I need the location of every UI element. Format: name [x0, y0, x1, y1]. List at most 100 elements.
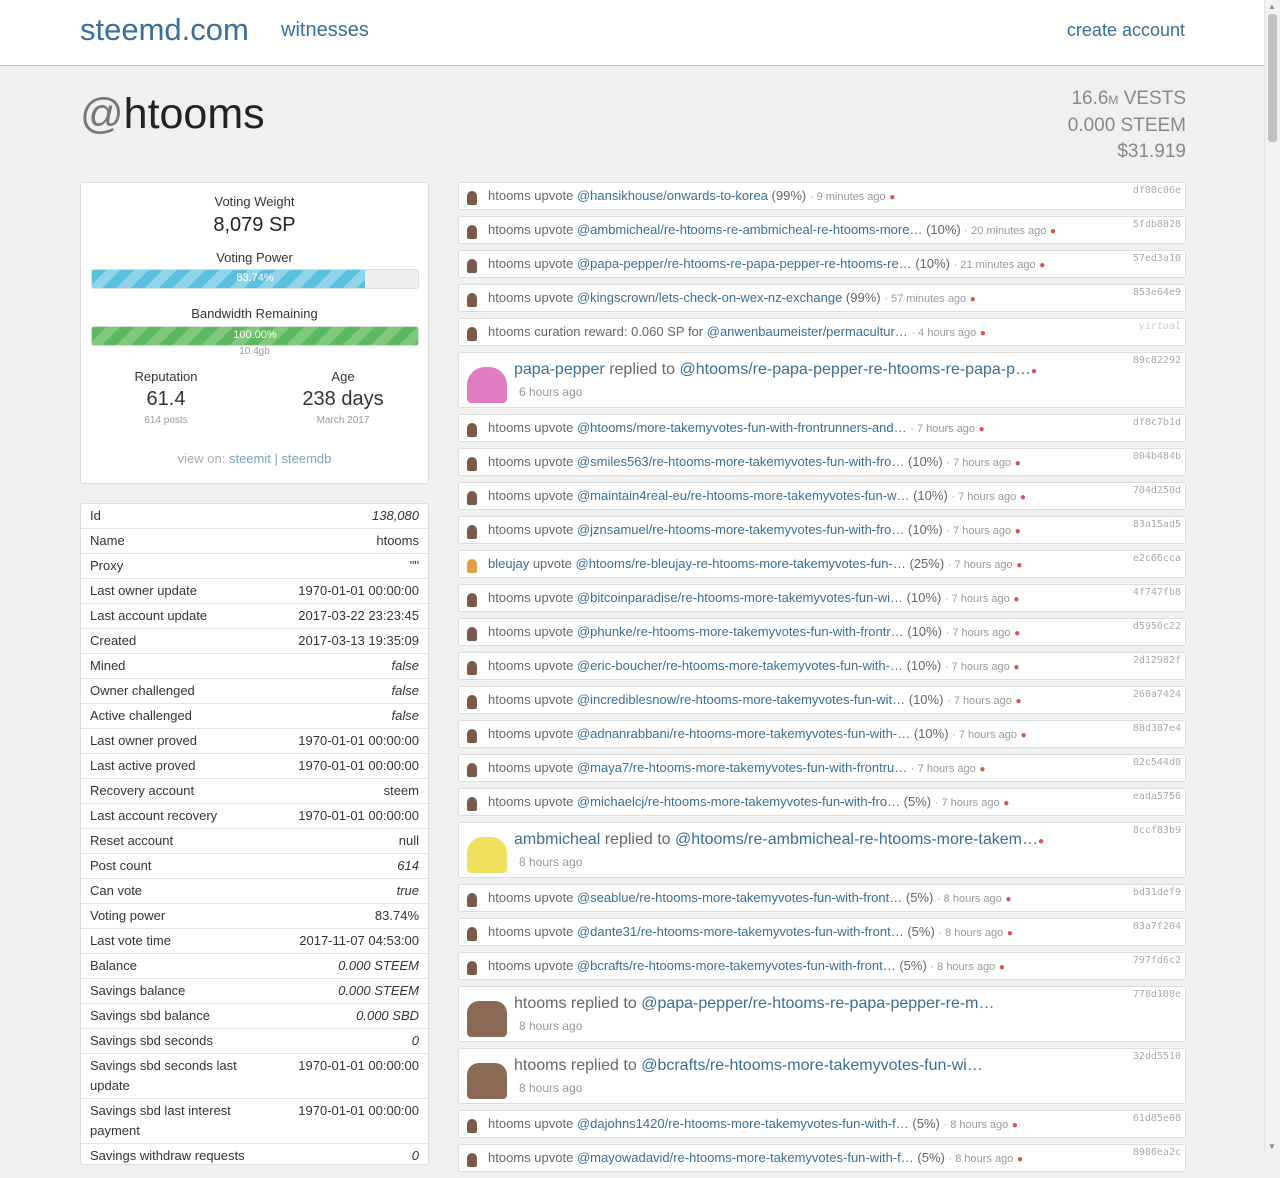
voter-name[interactable]: htooms [488, 924, 531, 939]
voter-name[interactable]: htooms [488, 794, 531, 809]
voter-name[interactable]: htooms [488, 454, 531, 469]
steemit-link[interactable]: steemit [229, 451, 271, 466]
avatar[interactable] [467, 559, 477, 573]
avatar[interactable] [467, 837, 507, 873]
post-link[interactable]: @maintain4real-eu/re-htooms-more-takemyv… [577, 488, 910, 503]
post-link[interactable]: @kingscrown/lets-check-on-wex-nz-exchang… [577, 290, 842, 305]
tx-id[interactable]: 853e64e9 [1133, 287, 1181, 298]
tx-id[interactable]: 8ccf83b9 [1133, 825, 1181, 836]
tx-id[interactable]: 32dd5510 [1133, 1051, 1181, 1062]
post-link[interactable]: @papa-pepper/re-htooms-re-papa-pepper-re… [641, 995, 994, 1012]
tx-id[interactable]: 778d108e [1133, 989, 1181, 1000]
post-link[interactable]: @adnanrabbani/re-htooms-more-takemyvotes… [577, 726, 910, 741]
tx-id[interactable]: d5950c22 [1133, 621, 1181, 632]
voter-name[interactable]: htooms [488, 222, 531, 237]
avatar[interactable] [467, 729, 477, 743]
tx-id[interactable]: df8c7b1d [1133, 417, 1181, 428]
avatar[interactable] [467, 225, 477, 239]
post-link[interactable]: @htooms/re-ambmicheal-re-htooms-more-tak… [675, 831, 1038, 848]
avatar[interactable] [467, 191, 477, 205]
avatar[interactable] [467, 661, 477, 675]
author-link[interactable]: htooms [514, 995, 566, 1012]
post-link[interactable]: @dante31/re-htooms-more-takemyvotes-fun-… [577, 924, 904, 939]
tx-id[interactable]: virtual [1139, 321, 1181, 332]
author-link[interactable]: ambmicheal [514, 831, 600, 848]
avatar[interactable] [467, 1119, 477, 1133]
post-link[interactable]: @dajohns1420/re-htooms-more-takemyvotes-… [577, 1116, 909, 1131]
voter-name[interactable]: htooms [488, 890, 531, 905]
voter-name[interactable]: htooms [488, 692, 531, 707]
author-link[interactable]: htooms [514, 1057, 566, 1074]
tx-id[interactable]: 5fdb8828 [1133, 219, 1181, 230]
avatar[interactable] [467, 695, 477, 709]
post-link[interactable]: @hansikhouse/onwards-to-korea [577, 188, 768, 203]
post-link[interactable]: @bitcoinparadise/re-htooms-more-takemyvo… [577, 590, 903, 605]
avatar[interactable] [467, 423, 477, 437]
scrollbar[interactable]: ▲ ▼ [1264, 0, 1280, 1153]
post-link[interactable]: @jznsamuel/re-htooms-more-takemyvotes-fu… [577, 522, 904, 537]
post-link[interactable]: @phunke/re-htooms-more-takemyvotes-fun-w… [577, 624, 904, 639]
post-link[interactable]: @ambmicheal/re-htooms-re-ambmicheal-re-h… [577, 222, 923, 237]
post-link[interactable]: @michaelcj/re-htooms-more-takemyvotes-fu… [577, 794, 900, 809]
tx-id[interactable]: 88d387e4 [1133, 723, 1181, 734]
scroll-up-icon[interactable]: ▲ [1268, 2, 1276, 11]
tx-id[interactable]: 797fd6c2 [1133, 955, 1181, 966]
avatar[interactable] [467, 1001, 507, 1037]
avatar[interactable] [467, 293, 477, 307]
post-link[interactable]: @seablue/re-htooms-more-takemyvotes-fun-… [577, 890, 902, 905]
voter-name[interactable]: bleujay [488, 556, 529, 571]
avatar[interactable] [467, 627, 477, 641]
brand-link[interactable]: steemd.com [80, 12, 249, 48]
tx-id[interactable]: 61d85e08 [1133, 1113, 1181, 1124]
tx-id[interactable]: 2d12982f [1133, 655, 1181, 666]
post-link[interactable]: @bcrafts/re-htooms-more-takemyvotes-fun-… [577, 958, 896, 973]
tx-id[interactable]: df80c06e [1133, 185, 1181, 196]
voter-name[interactable]: htooms [488, 658, 531, 673]
avatar[interactable] [467, 1153, 477, 1167]
steemdb-link[interactable]: steemdb [282, 451, 332, 466]
tx-id[interactable]: 89c82292 [1133, 355, 1181, 366]
voter-name[interactable]: htooms [488, 188, 531, 203]
author-link[interactable]: papa-pepper [514, 361, 605, 378]
avatar[interactable] [467, 367, 507, 403]
post-link[interactable]: @incrediblesnow/re-htooms-more-takemyvot… [577, 692, 905, 707]
avatar[interactable] [467, 961, 477, 975]
voter-name[interactable]: htooms [488, 488, 531, 503]
avatar[interactable] [467, 457, 477, 471]
avatar[interactable] [467, 893, 477, 907]
tx-id[interactable]: 004b484b [1133, 451, 1181, 462]
avatar[interactable] [467, 763, 477, 777]
voter-name[interactable]: htooms [488, 726, 531, 741]
avatar[interactable] [467, 259, 477, 273]
post-link[interactable]: @papa-pepper/re-htooms-re-papa-pepper-re… [577, 256, 912, 271]
post-link[interactable]: @htooms/more-takemyvotes-fun-with-frontr… [577, 420, 907, 435]
scroll-down-icon[interactable]: ▼ [1268, 1142, 1276, 1151]
voter-name[interactable]: htooms [488, 290, 531, 305]
post-link[interactable]: @smiles563/re-htooms-more-takemyvotes-fu… [577, 454, 904, 469]
avatar[interactable] [467, 491, 477, 505]
voter-name[interactable]: htooms [488, 256, 531, 271]
voter-name[interactable]: htooms [488, 1150, 531, 1165]
voter-name[interactable]: htooms [488, 420, 531, 435]
avatar[interactable] [467, 797, 477, 811]
voter-name[interactable]: htooms [488, 624, 531, 639]
voter-name[interactable]: htooms [488, 958, 531, 973]
tx-id[interactable]: 704d250d [1133, 485, 1181, 496]
post-link[interactable]: @mayowadavid/re-htooms-more-takemyvotes-… [577, 1150, 914, 1165]
avatar[interactable] [467, 1063, 507, 1099]
create-account-link[interactable]: create account [1067, 20, 1185, 41]
tx-id[interactable]: e2c66cca [1133, 553, 1181, 564]
avatar[interactable] [467, 927, 477, 941]
voter-name[interactable]: htooms [488, 590, 531, 605]
post-link[interactable]: @htooms/re-bleujay-re-htooms-more-takemy… [576, 556, 906, 571]
tx-id[interactable]: 03a7f204 [1133, 921, 1181, 932]
post-link[interactable]: @maya7/re-htooms-more-takemyvotes-fun-wi… [577, 760, 907, 775]
tx-id[interactable]: 83a15ad5 [1133, 519, 1181, 530]
post-link[interactable]: @bcrafts/re-htooms-more-takemyvotes-fun-… [641, 1057, 983, 1074]
tx-id[interactable]: 260a7424 [1133, 689, 1181, 700]
voter-name[interactable]: htooms [488, 760, 531, 775]
scrollbar-thumb[interactable] [1268, 14, 1277, 142]
avatar[interactable] [467, 593, 477, 607]
tx-id[interactable]: eada5756 [1133, 791, 1181, 802]
voter-name[interactable]: htooms [488, 522, 531, 537]
